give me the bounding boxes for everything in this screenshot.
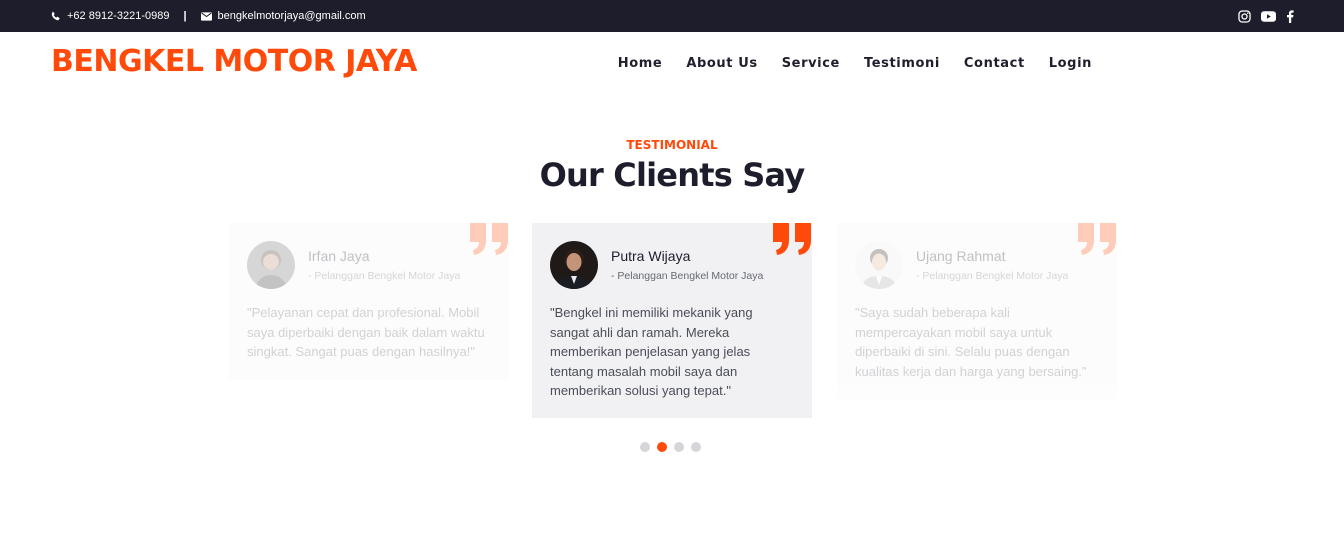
youtube-icon[interactable] [1261,10,1276,22]
avatar [855,241,903,289]
email-address: bengkelmotorjaya@gmail.com [217,10,366,22]
section-eyebrow: TESTIMONIAL [626,138,718,152]
carousel-dot-active[interactable] [657,442,667,452]
instagram-icon[interactable] [1238,9,1251,23]
top-bar: +62 8912-3221-0989 | bengkelmotorjaya@gm… [0,0,1344,32]
client-name: Ujang Rahmat [916,248,1006,264]
quote-icon [469,223,509,259]
brand-logo[interactable]: BENGKEL MOTOR JAYA [51,44,417,79]
client-name: Putra Wijaya [611,248,691,264]
quote-icon [772,223,812,259]
client-role: - Pelanggan Bengkel Motor Jaya [916,270,1069,282]
carousel-dot[interactable] [640,442,650,452]
carousel-dot[interactable] [674,442,684,452]
section-heading: Our Clients Say [539,156,806,194]
contact-separator: | [183,10,187,22]
nav-contact[interactable]: Contact [964,56,1025,71]
testimonial-text: "Bengkel ini memiliki mekanik yang sanga… [550,305,753,398]
testimonial-card-active: Putra Wijaya - Pelanggan Bengkel Motor J… [532,223,812,418]
carousel-dot[interactable] [691,442,701,452]
avatar [247,241,295,289]
phone-icon [50,11,61,22]
phone-number: +62 8912-3221-0989 [67,10,170,22]
nav-home[interactable]: Home [618,56,663,71]
client-role: - Pelanggan Bengkel Motor Jaya [308,270,461,282]
testimonial-text: "Saya sudah beberapa kali mempercayakan … [855,305,1087,379]
nav-service[interactable]: Service [782,56,840,71]
contact-info: +62 8912-3221-0989 | bengkelmotorjaya@gm… [50,0,366,32]
testimonial-text: "Pelayanan cepat dan profesional. Mobil … [247,305,485,359]
testimonial-card: Irfan Jaya - Pelanggan Bengkel Motor Jay… [229,223,509,380]
facebook-icon[interactable] [1286,9,1294,23]
email-link[interactable]: bengkelmotorjaya@gmail.com [200,10,366,22]
client-name: Irfan Jaya [308,248,370,264]
avatar [550,241,598,289]
social-links [1238,0,1294,32]
client-role: - Pelanggan Bengkel Motor Jaya [611,270,764,282]
quote-icon [1077,223,1117,259]
envelope-icon [200,11,212,21]
testimonial-card: Ujang Rahmat - Pelanggan Bengkel Motor J… [837,223,1117,399]
phone-link[interactable]: +62 8912-3221-0989 [50,10,169,22]
main-nav: Home About Us Service Testimoni Contact … [618,56,1092,71]
carousel-dots [640,442,701,452]
nav-login[interactable]: Login [1049,56,1092,71]
nav-testimoni[interactable]: Testimoni [864,56,940,71]
nav-about-us[interactable]: About Us [686,56,757,71]
